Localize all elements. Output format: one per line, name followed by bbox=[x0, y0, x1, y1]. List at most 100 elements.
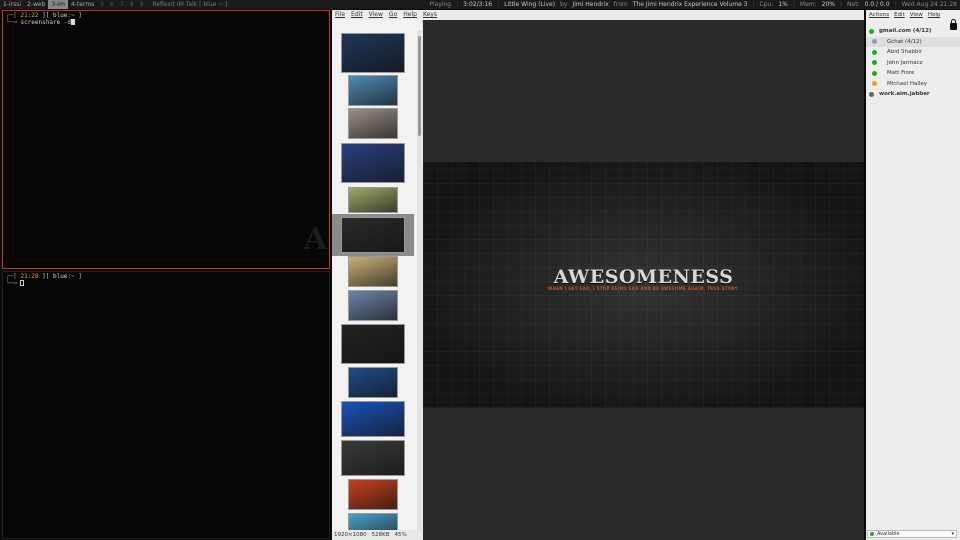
thumbnail-8[interactable] bbox=[348, 290, 398, 321]
window-title: Reflexit IM Talk [ blue ~ ] bbox=[152, 1, 228, 8]
prompt-host: ][ blue:~ ] bbox=[38, 273, 82, 280]
thumbnail-3[interactable] bbox=[348, 108, 398, 139]
prompt-time: 21:22 bbox=[20, 12, 39, 19]
thumbnail-11[interactable] bbox=[341, 401, 405, 437]
contact-name: gmail.com (4/12) bbox=[879, 28, 932, 34]
cpu-value: 1% bbox=[778, 1, 788, 8]
contact-item[interactable]: Gchat (4/12) bbox=[866, 36, 960, 47]
presence-selector[interactable]: Available ▾ bbox=[867, 530, 957, 538]
artist: Jimi Hendrix bbox=[572, 1, 609, 8]
terminal-cursor bbox=[20, 280, 25, 286]
thumbnail-10[interactable] bbox=[348, 367, 398, 398]
tag-9[interactable]: 9 bbox=[137, 0, 147, 9]
available-icon bbox=[870, 532, 874, 536]
contact-group[interactable]: gmail.com (4/12) bbox=[866, 26, 960, 36]
tag-8[interactable]: 8 bbox=[127, 0, 137, 9]
viewer-menu-edit[interactable]: Edit bbox=[351, 10, 363, 20]
thumbnail-13[interactable] bbox=[348, 479, 398, 510]
mem-value: 20% bbox=[821, 1, 835, 8]
status-icon bbox=[872, 39, 877, 44]
prompt-host: ][ blue:~ ] bbox=[38, 12, 82, 19]
contact-name: John Jarmacz bbox=[887, 59, 923, 66]
tag-2[interactable]: 2-web bbox=[24, 0, 48, 9]
tag-list: 1-irssi 2-web 3-im 4-terms 5 6 7 8 9 Reflexit IM … bbox=[0, 0, 228, 9]
song-title: Little Wing (Live) bbox=[504, 1, 556, 8]
terminal-prompt-line: ┌─[ 21:22 ][ blue:~ ] bbox=[6, 12, 82, 19]
contact-name: Matt Fiore bbox=[887, 70, 915, 76]
terminal-cursor bbox=[71, 19, 76, 25]
status-icon bbox=[872, 60, 877, 65]
status-icon bbox=[872, 70, 877, 76]
contact-group[interactable]: work.aim.jabber bbox=[866, 89, 960, 99]
viewer-statusbar: 1920×1080 528KB 45% bbox=[332, 530, 423, 540]
contact-name: Gchat (4/12) bbox=[887, 38, 922, 45]
wallpaper-watermark: A bbox=[303, 222, 327, 257]
image-resolution: 1920×1080 bbox=[334, 532, 367, 538]
thumbnail-6[interactable] bbox=[341, 217, 405, 253]
tag-3[interactable]: 3-im bbox=[48, 0, 68, 9]
contact-name: Abid Shabbir bbox=[887, 49, 923, 55]
image-viewer-window: File Edit View Go Help Keys AWESOMENESS WHEN … bbox=[332, 10, 864, 540]
status-area: Playing | 3:02/3:16 | Little Wing (Live)… bbox=[429, 1, 957, 8]
thumbnail-scrollbar[interactable] bbox=[418, 36, 421, 136]
by-word: by bbox=[560, 1, 568, 8]
thumbnail-5[interactable] bbox=[348, 187, 398, 213]
tag-6[interactable]: 6 bbox=[107, 0, 117, 9]
wallpaper-preview: AWESOMENESS WHEN I GET SAD, I STOP BEING… bbox=[423, 162, 864, 408]
contact-item[interactable]: John Jarmacz bbox=[866, 58, 960, 68]
status-icon bbox=[872, 81, 877, 86]
mpd-time: 3:02/3:16 bbox=[463, 1, 493, 8]
viewer-menu-go[interactable]: Go bbox=[389, 10, 397, 20]
image-zoom: 45% bbox=[394, 532, 407, 538]
viewer-menu-keys[interactable]: Keys bbox=[423, 10, 437, 20]
status-icon bbox=[869, 28, 874, 34]
contact-item[interactable]: Matt Fiore bbox=[866, 68, 960, 78]
mpd-state: Playing bbox=[429, 1, 452, 8]
status-icon bbox=[869, 91, 874, 97]
terminal-command-line[interactable]: └─╼ screenshare -d bbox=[3, 19, 329, 26]
chat-menu-actions[interactable]: Actions bbox=[869, 10, 889, 21]
buddy-list-window: Actions Edit View Help gmail.com (4/12) Gcha… bbox=[866, 10, 960, 540]
thumbnail-4[interactable] bbox=[341, 143, 405, 183]
album: The Jimi Hendrix Experience Volume 3 bbox=[632, 1, 748, 8]
tag-4[interactable]: 4-terms bbox=[68, 0, 97, 9]
prompt-time: 21:28 bbox=[20, 273, 39, 280]
image-preview-area[interactable]: AWESOMENESS WHEN I GET SAD, I STOP BEING… bbox=[423, 20, 864, 540]
mem-label: Mem: bbox=[799, 1, 817, 8]
contact-item[interactable]: Michael Halley bbox=[866, 79, 960, 89]
net-label: Net: bbox=[847, 1, 860, 8]
image-filesize: 528KB bbox=[371, 532, 390, 538]
contact-name: work.aim.jabber bbox=[879, 91, 930, 97]
chat-menu-edit[interactable]: Edit bbox=[894, 10, 905, 21]
chat-menu-view[interactable]: View bbox=[910, 10, 923, 21]
viewer-menu-view[interactable]: View bbox=[369, 10, 383, 20]
tag-7[interactable]: 7 bbox=[117, 0, 127, 9]
thumbnail-strip[interactable] bbox=[332, 20, 422, 538]
viewer-menu-file[interactable]: File bbox=[335, 10, 345, 20]
tag-1[interactable]: 1-irssi bbox=[0, 0, 24, 9]
thumbnail-2[interactable] bbox=[348, 75, 398, 106]
tag-5[interactable]: 5 bbox=[97, 0, 107, 9]
contact-item[interactable]: Abid Shabbir bbox=[866, 47, 960, 57]
terminal-command: screenshare -d bbox=[20, 19, 72, 26]
terminal-top[interactable]: ┌─[ 21:22 ][ blue:~ ] └─╼ screenshare -d… bbox=[2, 10, 330, 269]
terminal-prompt-line: ┌─[ 21:28 ][ blue:~ ] bbox=[6, 273, 82, 280]
net-value: 0.0 / 0.0 bbox=[864, 1, 890, 8]
thumbnail-7[interactable] bbox=[348, 256, 398, 287]
terminal-bottom[interactable]: ┌─[ 21:28 ][ blue:~ ] └─╼ bbox=[2, 271, 330, 539]
viewer-menu-help[interactable]: Help bbox=[403, 10, 417, 20]
cpu-label: Cpu: bbox=[759, 1, 774, 8]
chevron-down-icon: ▾ bbox=[951, 531, 954, 537]
buddy-list-menubar: Actions Edit View Help bbox=[866, 10, 960, 21]
presence-label: Available bbox=[877, 531, 900, 537]
preview-title: AWESOMENESS bbox=[553, 266, 734, 288]
clock: Wed Aug 24 21:28 bbox=[901, 1, 957, 8]
thumbnail-12[interactable] bbox=[341, 440, 405, 476]
thumbnail-1[interactable] bbox=[341, 33, 405, 73]
terminal-command-line[interactable]: └─╼ bbox=[3, 280, 329, 287]
from-word: from bbox=[613, 1, 628, 8]
chat-menu-help[interactable]: Help bbox=[928, 10, 941, 21]
viewer-menubar: File Edit View Go Help Keys bbox=[332, 10, 864, 20]
top-status-bar: 1-irssi 2-web 3-im 4-terms 5 6 7 8 9 Reflexit IM … bbox=[0, 0, 960, 9]
thumbnail-9[interactable] bbox=[341, 324, 405, 364]
